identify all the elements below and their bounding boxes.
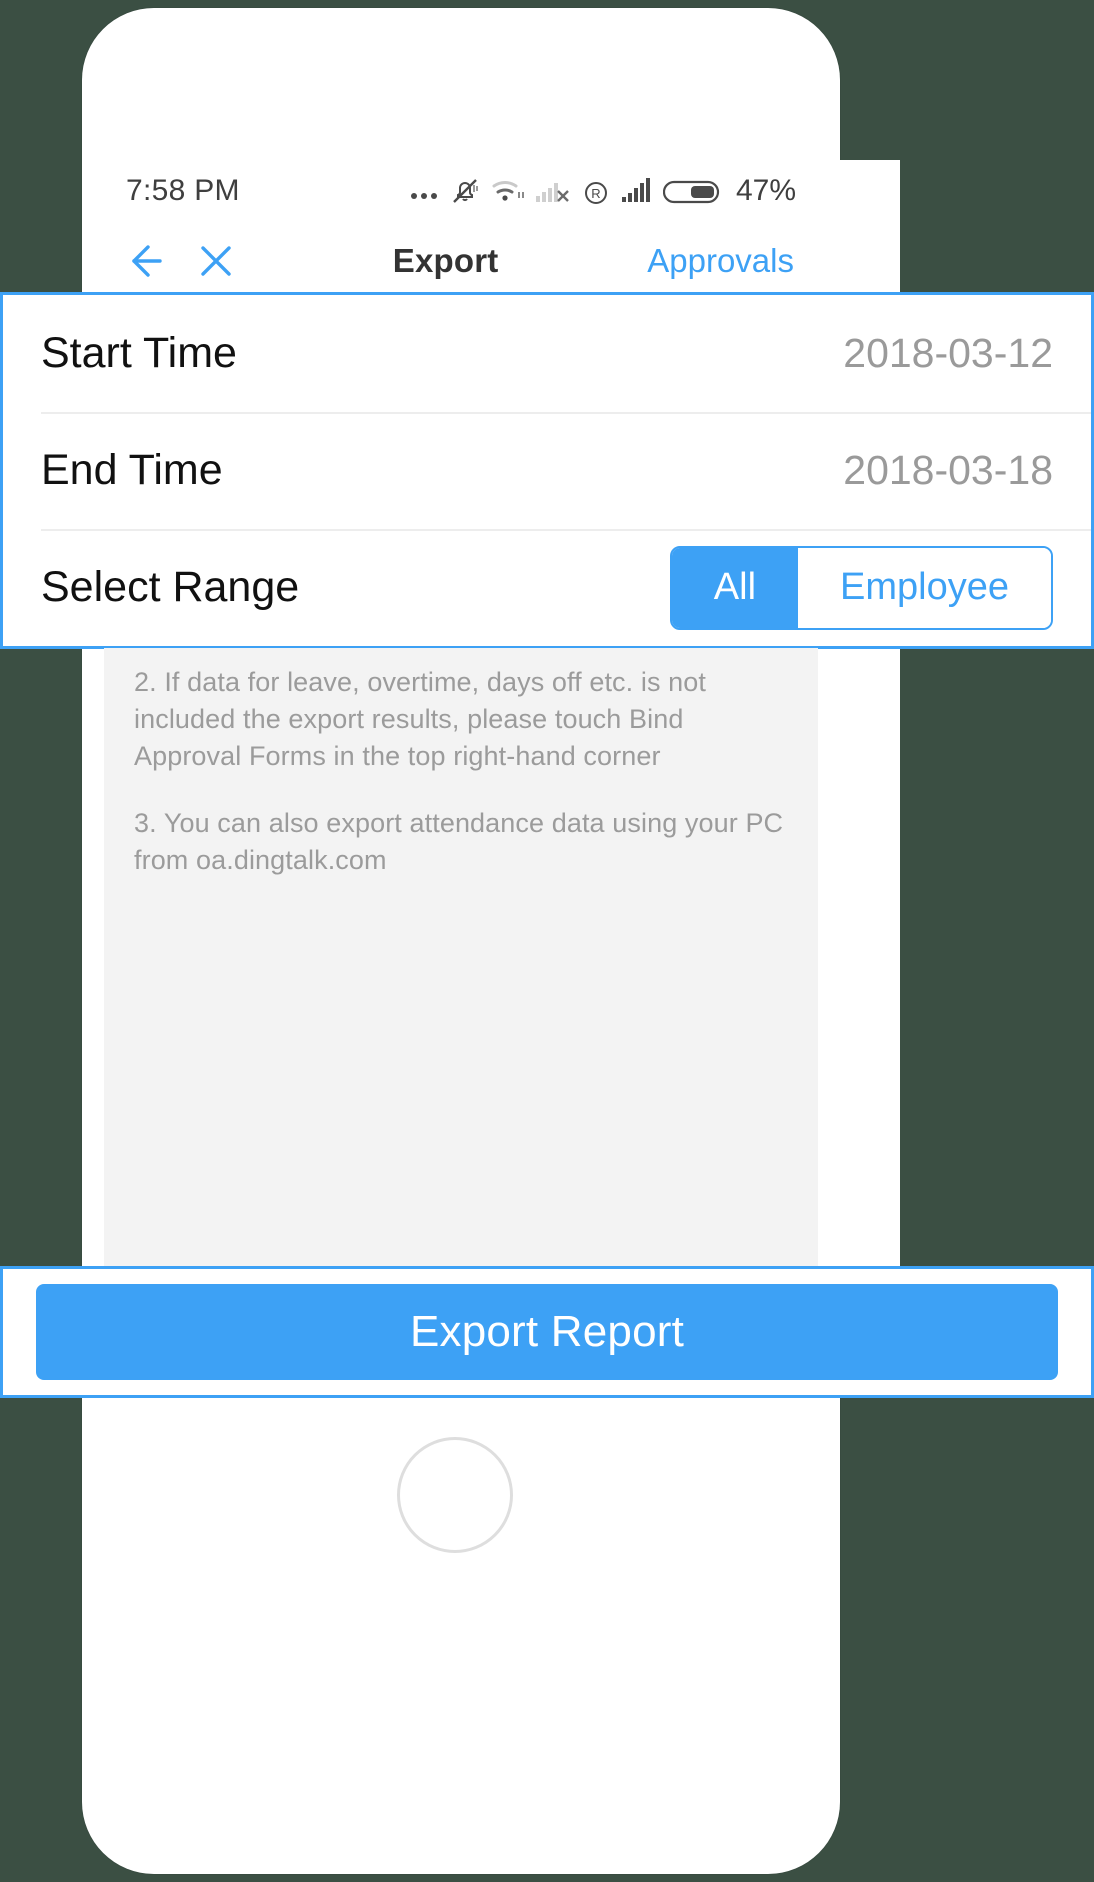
home-button[interactable] bbox=[397, 1437, 513, 1553]
instructions-area: 2. If data for leave, overtime, days off… bbox=[104, 648, 818, 1272]
segment-employee[interactable]: Employee bbox=[798, 547, 1051, 628]
svg-text:R: R bbox=[591, 186, 600, 201]
start-time-row[interactable]: Start Time 2018-03-12 bbox=[3, 295, 1091, 412]
select-range-row: Select Range All Employee bbox=[3, 529, 1091, 646]
bell-muted-icon bbox=[453, 179, 478, 203]
signal-no-service-icon bbox=[535, 183, 569, 202]
approvals-link[interactable]: Approvals bbox=[647, 242, 798, 280]
nav-bar: Export Approvals bbox=[104, 228, 818, 294]
select-range-label: Select Range bbox=[41, 563, 300, 611]
segment-all[interactable]: All bbox=[671, 547, 799, 628]
start-time-value: 2018-03-12 bbox=[843, 330, 1053, 376]
close-x-icon[interactable] bbox=[188, 241, 244, 281]
start-time-label: Start Time bbox=[41, 329, 237, 377]
instruction-item-2: 2. If data for leave, overtime, days off… bbox=[134, 667, 706, 771]
page-title: Export bbox=[392, 242, 499, 279]
status-bar-icons: R 47% bbox=[409, 174, 796, 208]
registered-r-icon: R bbox=[584, 182, 607, 204]
instruction-item-3: 3. You can also export attendance data u… bbox=[134, 808, 784, 875]
status-bar-time: 7:58 PM bbox=[126, 174, 240, 207]
battery-percent-label: 47% bbox=[735, 174, 796, 207]
range-segmented-control: All Employee bbox=[669, 545, 1053, 630]
status-bar: 7:58 PM R 47% bbox=[104, 160, 818, 222]
export-report-button[interactable]: Export Report bbox=[36, 1284, 1058, 1380]
signal-bars-icon bbox=[621, 178, 650, 202]
export-settings-panel: Start Time 2018-03-12 End Time 2018-03-1… bbox=[0, 292, 1094, 649]
battery-icon bbox=[662, 180, 720, 204]
export-action-panel: Export Report bbox=[0, 1266, 1094, 1398]
end-time-value: 2018-03-18 bbox=[843, 447, 1053, 493]
back-arrow-icon[interactable] bbox=[124, 239, 180, 283]
end-time-label: End Time bbox=[41, 446, 223, 494]
wifi-icon bbox=[492, 181, 524, 201]
ellipsis-icon bbox=[410, 193, 437, 199]
end-time-row[interactable]: End Time 2018-03-18 bbox=[3, 412, 1091, 529]
